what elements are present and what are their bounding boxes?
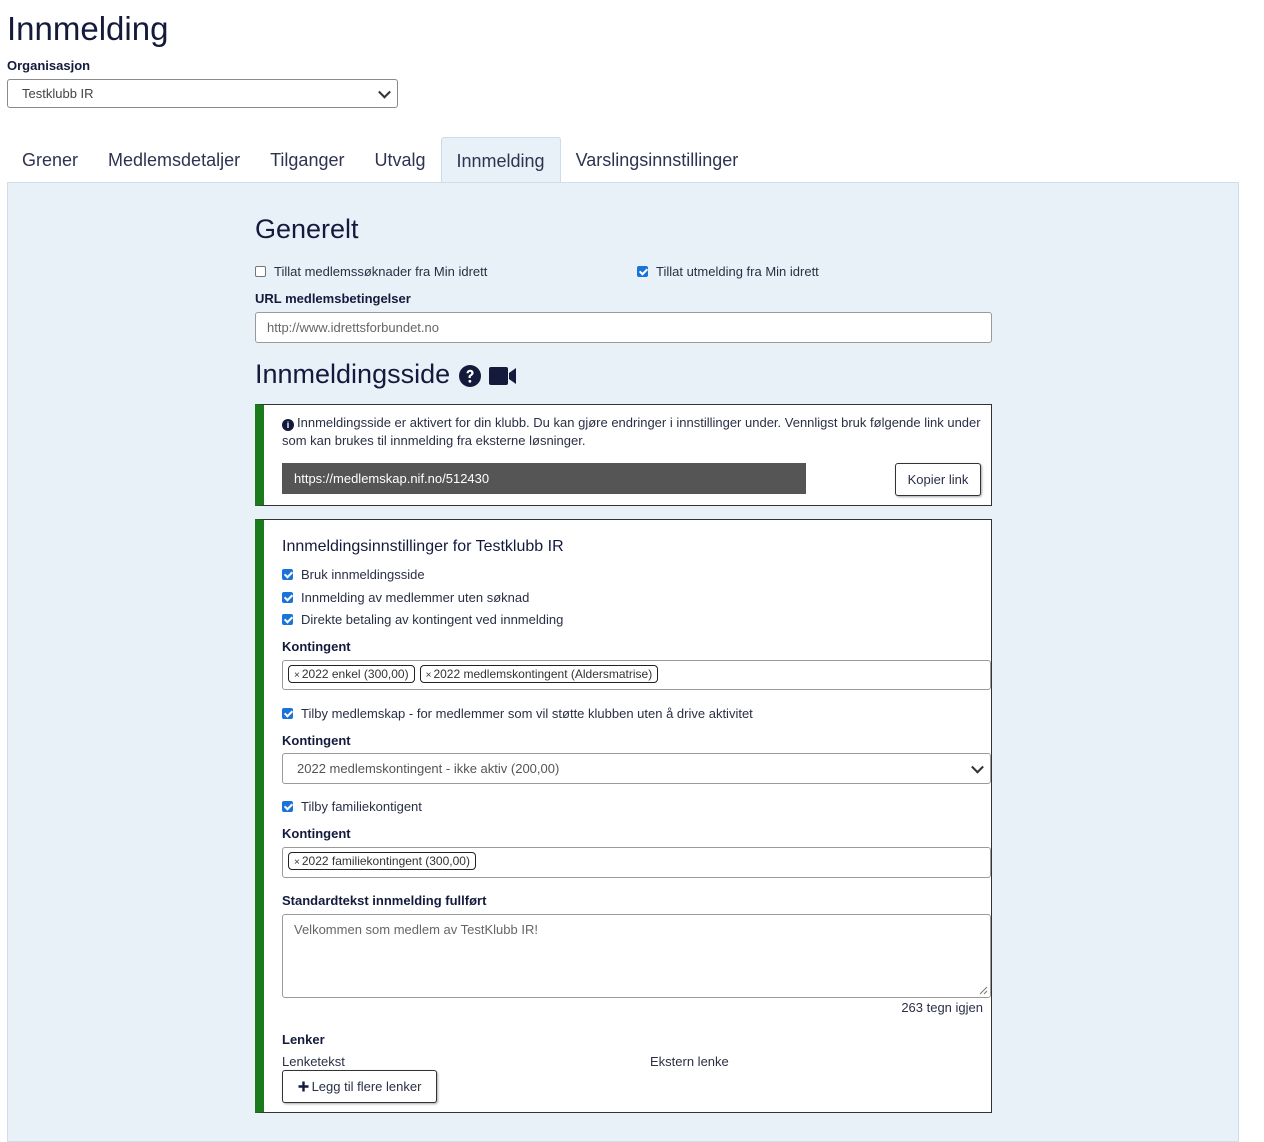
checkbox-box[interactable] <box>282 801 293 812</box>
copy-link-button[interactable]: Kopier link <box>895 463 981 496</box>
external-link-column-label: Ekstern lenke <box>650 1054 729 1069</box>
family-kontingent-label: Kontingent <box>282 826 351 841</box>
signup-page-heading: Innmeldingsside <box>255 359 518 390</box>
signup-info-text: i Innmeldingsside er aktivert for din klu… <box>282 414 982 450</box>
completion-text-area[interactable]: Velkommen som medlem av TestKlubb IR! <box>282 914 991 998</box>
family-kontingent-multiselect[interactable]: × 2022 familiekontingent (300,00) <box>282 847 991 878</box>
offer-membership-label: Tilby medlemskap - for medlemmer som vil… <box>301 706 753 721</box>
tab-varslingsinnstillinger[interactable]: Varslingsinnstillinger <box>561 137 754 183</box>
signup-settings-card: Innmeldingsinnstillinger for Testklubb I… <box>255 519 992 1113</box>
offer-membership-checkbox[interactable]: Tilby medlemskap - for medlemmer som vil… <box>282 706 753 721</box>
completion-text-placeholder: Velkommen som medlem av TestKlubb IR! <box>294 922 538 937</box>
allow-applications-checkbox[interactable]: Tillat medlemssøknader fra Min idrett <box>255 264 487 279</box>
allow-unsubscribe-label: Tillat utmelding fra Min idrett <box>656 264 819 279</box>
kontingent-multiselect[interactable]: × 2022 enkel (300,00) × 2022 medlemskonting… <box>282 660 991 690</box>
tab-grener[interactable]: Grener <box>7 137 93 183</box>
add-links-button[interactable]: Legg til flere lenker <box>282 1070 437 1103</box>
plus-icon <box>298 1081 309 1092</box>
add-links-label: Legg til flere lenker <box>311 1079 422 1094</box>
checkbox-box[interactable] <box>282 592 293 603</box>
links-label: Lenker <box>282 1032 325 1047</box>
chars-left: 263 tegn igjen <box>901 1000 983 1015</box>
checkbox-box[interactable] <box>637 266 648 277</box>
signup-info-message: Innmeldingsside er aktivert for din klub… <box>282 415 981 448</box>
kontingent-tag[interactable]: × 2022 enkel (300,00) <box>288 665 415 683</box>
completion-text-label: Standardtekst innmelding fullført <box>282 893 487 908</box>
support-kontingent-label: Kontingent <box>282 733 351 748</box>
checkbox-box[interactable] <box>282 614 293 625</box>
url-terms-input[interactable]: http://www.idrettsforbundet.no <box>255 312 992 343</box>
settings-heading: Innmeldingsinnstillinger for Testklubb I… <box>282 538 564 555</box>
signup-without-application-label: Innmelding av medlemmer uten søknad <box>301 590 530 605</box>
video-camera-icon[interactable] <box>488 365 518 387</box>
checkbox-box[interactable] <box>282 569 293 580</box>
remove-tag-icon[interactable]: × <box>294 670 300 681</box>
tab-tilganger[interactable]: Tilganger <box>255 137 359 183</box>
question-circle-icon[interactable] <box>458 364 482 388</box>
chevron-down-icon <box>378 85 391 99</box>
general-heading: Generelt <box>255 214 359 244</box>
organisation-select[interactable]: Testklubb IR <box>7 79 398 108</box>
signup-without-application-checkbox[interactable]: Innmelding av medlemmer uten søknad <box>282 590 529 605</box>
checkbox-box[interactable] <box>255 266 266 277</box>
kontingent-label: Kontingent <box>282 639 351 654</box>
family-kontingent-tag-label: 2022 familiekontingent (300,00) <box>301 854 470 868</box>
tab-bar: Grener Medlemsdetaljer Tilganger Utvalg … <box>7 137 753 183</box>
allow-applications-label: Tillat medlemssøknader fra Min idrett <box>274 264 488 279</box>
direct-payment-label: Direkte betaling av kontingent ved innme… <box>301 612 564 627</box>
remove-tag-icon[interactable]: × <box>426 670 432 681</box>
kontingent-tag-label: 2022 medlemskontingent (Aldersmatrise) <box>433 667 653 681</box>
info-icon: i <box>282 419 294 431</box>
url-terms-placeholder: http://www.idrettsforbundet.no <box>267 320 439 335</box>
offer-family-checkbox[interactable]: Tilby familiekontigent <box>282 799 422 814</box>
organisation-label: Organisasjon <box>7 58 91 73</box>
kontingent-tag[interactable]: × 2022 medlemskontingent (Aldersmatrise) <box>419 665 659 683</box>
signup-info-card: i Innmeldingsside er aktivert for din klu… <box>255 404 992 506</box>
remove-tag-icon[interactable]: × <box>294 857 300 868</box>
family-kontingent-tag[interactable]: × 2022 familiekontingent (300,00) <box>288 852 476 870</box>
offer-family-label: Tilby familiekontigent <box>301 799 422 814</box>
use-signup-page-checkbox[interactable]: Bruk innmeldingsside <box>282 567 425 582</box>
tab-innmelding[interactable]: Innmelding <box>440 137 561 183</box>
tab-medlemsdetaljer[interactable]: Medlemsdetaljer <box>93 137 255 183</box>
page-title: Innmelding <box>7 10 169 47</box>
kontingent-tag-label: 2022 enkel (300,00) <box>301 667 409 681</box>
signup-link[interactable]: https://medlemskap.nif.no/512430 <box>282 463 806 494</box>
support-kontingent-select[interactable]: 2022 medlemskontingent - ikke aktiv (200… <box>282 753 991 784</box>
tab-utvalg[interactable]: Utvalg <box>359 137 440 183</box>
direct-payment-checkbox[interactable]: Direkte betaling av kontingent ved innme… <box>282 612 563 627</box>
link-text-column-label: Lenketekst <box>282 1054 345 1069</box>
support-kontingent-value: 2022 medlemskontingent - ikke aktiv (200… <box>297 761 560 776</box>
checkbox-box[interactable] <box>282 708 293 719</box>
signup-page-heading-text: Innmeldingsside <box>255 359 451 389</box>
chevron-down-icon <box>971 760 984 774</box>
allow-unsubscribe-checkbox[interactable]: Tillat utmelding fra Min idrett <box>637 264 819 279</box>
organisation-select-value: Testklubb IR <box>22 86 94 101</box>
resize-handle-icon[interactable] <box>979 986 988 995</box>
url-terms-label: URL medlemsbetingelser <box>255 291 411 306</box>
use-signup-page-label: Bruk innmeldingsside <box>301 567 425 582</box>
